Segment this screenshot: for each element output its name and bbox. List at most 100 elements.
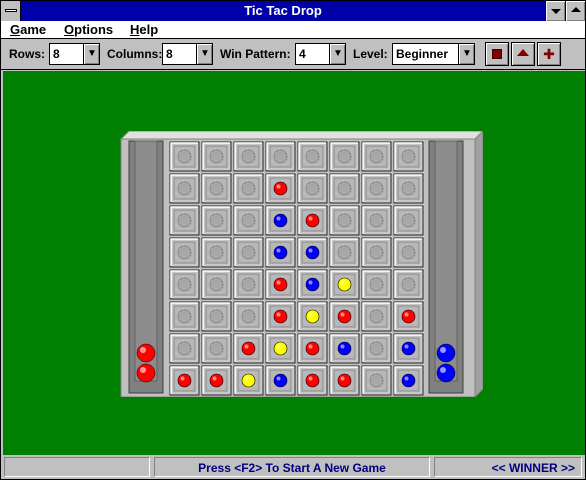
board-disc [337,373,352,388]
winner-indicator: << WINNER >> [491,461,575,475]
board-disc [273,181,288,196]
board-disc [305,341,320,356]
board-disc [401,373,416,388]
win-pattern-dropdown-button[interactable]: ▼ [329,44,345,64]
right-tray-disc [436,343,456,363]
game-board[interactable] [117,131,483,397]
board-disc [241,341,256,356]
minimize-icon [551,9,561,14]
board-slot [369,309,384,324]
board-slot [369,181,384,196]
board-slot [369,341,384,356]
level-select[interactable]: Beginner ▼ [392,43,475,65]
board-slot [209,245,224,260]
board-disc [305,277,320,292]
title-bar[interactable]: Tic Tac Drop [1,1,585,21]
board-slot [177,213,192,228]
hint-button[interactable]: ✚ [537,42,561,66]
board-slot [401,245,416,260]
status-message: Press <F2> To Start A New Game [198,461,386,475]
board-disc-highlight [308,344,313,349]
board-disc [273,341,288,356]
right-tray-disc-highlight [440,347,446,353]
level-label: Level: [353,47,388,61]
system-menu-button[interactable] [1,1,21,21]
board-slot [273,149,288,164]
status-panel-left [4,457,150,477]
board-disc-highlight [180,376,185,381]
rows-dropdown-button[interactable]: ▼ [83,44,99,64]
board-disc [401,341,416,356]
board-disc-highlight [276,216,281,221]
eject-button[interactable] [511,42,535,66]
chevron-down-icon: ▼ [462,48,472,59]
board-slot [369,373,384,388]
board-disc [241,373,256,388]
win-pattern-label: Win Pattern: [220,47,291,61]
board-disc [337,277,352,292]
board-disc-highlight [244,376,249,381]
level-dropdown-button[interactable]: ▼ [458,44,474,64]
columns-select[interactable]: 8 ▼ [162,43,213,65]
board-slot [305,181,320,196]
board-slot [337,245,352,260]
win-pattern-value: 4 [299,47,306,61]
board-slot [369,277,384,292]
board-disc [209,373,224,388]
board-slot [337,181,352,196]
rows-select[interactable]: 8 ▼ [49,43,100,65]
win-pattern-select[interactable]: 4 ▼ [295,43,346,65]
board-slot [177,341,192,356]
maximize-button[interactable] [565,1,585,21]
menu-game[interactable]: Game [10,21,46,39]
menu-options[interactable]: Options [64,21,113,39]
board-disc [177,373,192,388]
board-slot [177,181,192,196]
board-disc [305,245,320,260]
board-disc [273,277,288,292]
board-disc [305,373,320,388]
board-slot [177,309,192,324]
board-disc [273,245,288,260]
board-disc-highlight [308,216,313,221]
board-disc-highlight [276,376,281,381]
board-disc-highlight [276,344,281,349]
cross-icon: ✚ [543,45,555,62]
eject-icon [512,43,534,65]
rows-label: Rows: [9,47,45,61]
board-slot [209,213,224,228]
board-disc-highlight [212,376,217,381]
stop-icon [486,43,508,65]
right-tray-disc [436,363,456,383]
board-disc-highlight [308,280,313,285]
board-disc-highlight [340,376,345,381]
board-slot [209,181,224,196]
board-disc-highlight [308,248,313,253]
board-slot [209,309,224,324]
board-disc [305,213,320,228]
board-disc-highlight [276,280,281,285]
board-disc-highlight [276,312,281,317]
board-slot [369,245,384,260]
stop-button[interactable] [485,42,509,66]
board-slot [209,277,224,292]
board-slot [369,213,384,228]
board-slot [241,277,256,292]
window-title: Tic Tac Drop [244,3,322,18]
left-tray-disc [136,343,156,363]
minimize-button[interactable] [545,1,565,21]
board-slot [241,181,256,196]
chevron-down-icon: ▼ [333,48,343,59]
maximize-icon [571,7,581,12]
status-panel-right: << WINNER >> [434,457,582,477]
board-disc-highlight [340,344,345,349]
board-slot [369,149,384,164]
board-slot [337,149,352,164]
board-slot [177,149,192,164]
columns-dropdown-button[interactable]: ▼ [196,44,212,64]
play-area [3,71,585,455]
board-disc-highlight [404,312,409,317]
left-tray-disc-highlight [140,347,146,353]
board-slot [241,309,256,324]
menu-help[interactable]: Help [130,21,158,39]
